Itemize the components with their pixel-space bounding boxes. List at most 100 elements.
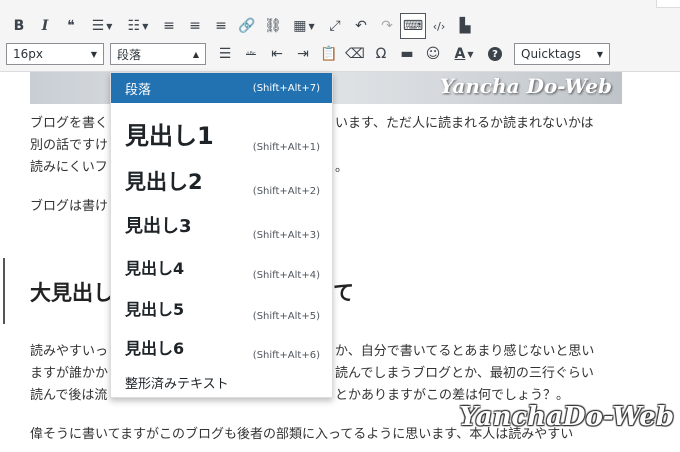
format-menu-item-label: 見出し3 bbox=[125, 216, 192, 237]
bold-icon: B bbox=[13, 18, 25, 34]
special-char-button[interactable]: Ω bbox=[368, 41, 394, 67]
format-menu-item-shortcut: (Shift+Alt+4) bbox=[252, 270, 320, 281]
align-left-icon: ≡ bbox=[163, 18, 175, 34]
chevron-down-icon: ▼ bbox=[106, 21, 113, 31]
undo-icon: ↶ bbox=[355, 18, 367, 34]
document-button[interactable]: ▙ bbox=[452, 13, 478, 39]
align-center-icon: ≡ bbox=[189, 18, 201, 34]
format-menu-item-shortcut: (Shift+Alt+7) bbox=[252, 82, 320, 94]
fullscreen-icon: ⤢ bbox=[329, 18, 341, 34]
format-menu-item[interactable]: 段落 (Shift+Alt+7) bbox=[111, 73, 332, 103]
redo-icon: ↷ bbox=[381, 18, 393, 34]
blockquote-icon: ❝ bbox=[67, 18, 75, 34]
format-menu-item[interactable]: 見出し1 (Shift+Alt+1) bbox=[111, 109, 332, 157]
justify-icon: ☰ bbox=[218, 46, 232, 62]
format-menu-item[interactable]: 見出し4 (Shift+Alt+4) bbox=[111, 249, 332, 285]
blockquote-button[interactable]: ❝ bbox=[58, 13, 84, 39]
format-menu-item[interactable]: 見出し2 (Shift+Alt+2) bbox=[111, 161, 332, 201]
italic-button[interactable]: I bbox=[32, 13, 58, 39]
paragraph-line: ますが誰かか bbox=[30, 366, 109, 381]
bold-button[interactable]: B bbox=[6, 13, 32, 39]
text-color-button[interactable]: A ▼ bbox=[446, 41, 482, 67]
format-menu-item-shortcut: (Shift+Alt+1) bbox=[252, 142, 320, 153]
unlink-button[interactable]: ⛓ bbox=[260, 13, 286, 39]
indent-icon: ⇥ bbox=[297, 46, 309, 62]
paragraph-line: 読みにくいフ bbox=[30, 160, 108, 175]
section-heading: 大見出し bbox=[30, 281, 114, 305]
help-button[interactable]: ? bbox=[482, 41, 508, 67]
table-icon: ▦ bbox=[293, 18, 307, 34]
keyboard-icon: ⌨ bbox=[402, 18, 424, 34]
paragraph-line: ブログは書け bbox=[30, 199, 109, 214]
toolbar-row-2: 16px ▼ 段落 ▲ ☰ ᴬᴮᶜ ⇤ ⇥ 📋 ⌫ Ω ▬ ☺ A ▼? Quicktags ▼ bbox=[6, 41, 616, 67]
outdent-icon: ⇤ bbox=[271, 46, 283, 62]
format-menu-item[interactable]: 見出し5 (Shift+Alt+5) bbox=[111, 290, 332, 326]
bullet-list-icon: ☰ bbox=[91, 18, 105, 34]
numbered-list-icon: ☷ bbox=[127, 18, 141, 34]
format-menu-item-shortcut: (Shift+Alt+5) bbox=[252, 311, 320, 322]
fullscreen-button[interactable]: ⤢ bbox=[322, 13, 348, 39]
format-menu-item-shortcut: (Shift+Alt+6) bbox=[252, 350, 320, 361]
align-right-button[interactable]: ≡ bbox=[208, 13, 234, 39]
section-heading: て bbox=[333, 281, 354, 305]
watermark-bottom: YanchaDo-Web bbox=[459, 402, 674, 432]
toolbar-row-1: B I ❝ ☰ ▼ ☷ ▼ ≡ ≡ ≡ 🔗 ⛓ ▦ ▼ ⤢ ↶ ↷ ⌨ ‹/› ▙ bbox=[6, 13, 478, 39]
link-button[interactable]: 🔗 bbox=[234, 13, 260, 39]
align-center-button[interactable]: ≡ bbox=[182, 13, 208, 39]
clear-format-button[interactable]: ⌫ bbox=[342, 41, 368, 67]
quicktags-select[interactable]: Quicktags ▼ bbox=[514, 43, 610, 65]
strikethrough-icon: ᴬᴮᶜ bbox=[246, 49, 256, 59]
italic-icon: I bbox=[41, 18, 49, 34]
font-size-select[interactable]: 16px ▼ bbox=[6, 43, 104, 65]
format-menu-item-shortcut: (Shift+Alt+2) bbox=[252, 186, 320, 197]
chevron-down-icon: ▼ bbox=[467, 49, 474, 59]
editor-content[interactable]: Yancha Do-Web ブログを書く います、ただ人に読まれるか読まれないか… bbox=[0, 72, 680, 452]
format-menu-item-label: 見出し4 bbox=[125, 259, 185, 278]
paragraph-line: 別の話ですけ bbox=[30, 138, 109, 153]
chevron-down-icon: ▼ bbox=[596, 49, 603, 59]
link-icon: 🔗 bbox=[238, 18, 256, 34]
paragraph-line: か、自分で書いてるとあまり感じないと思い bbox=[335, 344, 595, 359]
quicktags-value: Quicktags bbox=[521, 47, 581, 61]
emoji-button[interactable]: ☺ bbox=[420, 41, 446, 67]
paragraph-line: ブログを書く bbox=[30, 116, 109, 131]
justify-button[interactable]: ☰ bbox=[212, 41, 238, 67]
format-menu-item-label: 見出し2 bbox=[125, 170, 203, 194]
paste-text-button[interactable]: 📋 bbox=[316, 41, 342, 67]
document-icon: ▙ bbox=[459, 18, 471, 34]
format-select-value: 段落 bbox=[117, 47, 142, 62]
format-menu-item-label: 見出し6 bbox=[125, 339, 185, 358]
indent-button[interactable]: ⇥ bbox=[290, 41, 316, 67]
unlink-icon: ⛓ bbox=[264, 18, 282, 34]
format-menu-item[interactable]: 見出し6 (Shift+Alt+6) bbox=[111, 329, 332, 365]
format-menu-item[interactable]: 見出し3 (Shift+Alt+3) bbox=[111, 205, 332, 245]
keyboard-button[interactable]: ⌨ bbox=[400, 13, 426, 39]
strikethrough-button[interactable]: ᴬᴮᶜ bbox=[238, 41, 264, 67]
table-button[interactable]: ▦ ▼ bbox=[286, 13, 322, 39]
emoji-icon: ☺ bbox=[425, 46, 441, 62]
bullet-list-button[interactable]: ☰ ▼ bbox=[84, 13, 120, 39]
paragraph-line: 読んで後は流 bbox=[30, 388, 108, 403]
horizontal-rule-button[interactable]: ▬ bbox=[394, 41, 420, 67]
chevron-down-icon: ▼ bbox=[90, 49, 97, 59]
format-menu-item-label: 整形済みテキスト bbox=[125, 376, 229, 392]
format-select[interactable]: 段落 ▲ bbox=[110, 43, 206, 65]
undo-button[interactable]: ↶ bbox=[348, 13, 374, 39]
heading-accent-bar bbox=[3, 258, 5, 324]
redo-button[interactable]: ↷ bbox=[374, 13, 400, 39]
editor-toolbar: B I ❝ ☰ ▼ ☷ ▼ ≡ ≡ ≡ 🔗 ⛓ ▦ ▼ ⤢ ↶ ↷ ⌨ ‹/› ▙ 16px ▼ 段落 ▲ ☰ ᴬᴮᶜ ⇤… bbox=[0, 0, 680, 72]
code-button[interactable]: ‹/› bbox=[426, 13, 452, 39]
special-char-icon: Ω bbox=[375, 46, 387, 62]
align-left-button[interactable]: ≡ bbox=[156, 13, 182, 39]
text-color-icon: A bbox=[454, 46, 466, 62]
outdent-button[interactable]: ⇤ bbox=[264, 41, 290, 67]
format-dropdown-menu: 段落 (Shift+Alt+7) 見出し1 (Shift+Alt+1) 見出し2 (Shi… bbox=[110, 72, 333, 398]
numbered-list-button[interactable]: ☷ ▼ bbox=[120, 13, 156, 39]
font-size-value: 16px bbox=[13, 47, 43, 61]
toolbar-row-2-icons: ☰ ᴬᴮᶜ ⇤ ⇥ 📋 ⌫ Ω ▬ ☺ A ▼? bbox=[212, 41, 508, 67]
paragraph-line: 。 bbox=[335, 160, 349, 175]
chevron-up-icon: ▲ bbox=[192, 49, 199, 59]
format-menu-item-shortcut: (Shift+Alt+3) bbox=[252, 230, 320, 241]
paragraph-line: います、ただ人に読まれるか読まれないかは bbox=[335, 116, 594, 131]
format-menu-item[interactable]: 整形済みテキスト bbox=[111, 368, 332, 396]
